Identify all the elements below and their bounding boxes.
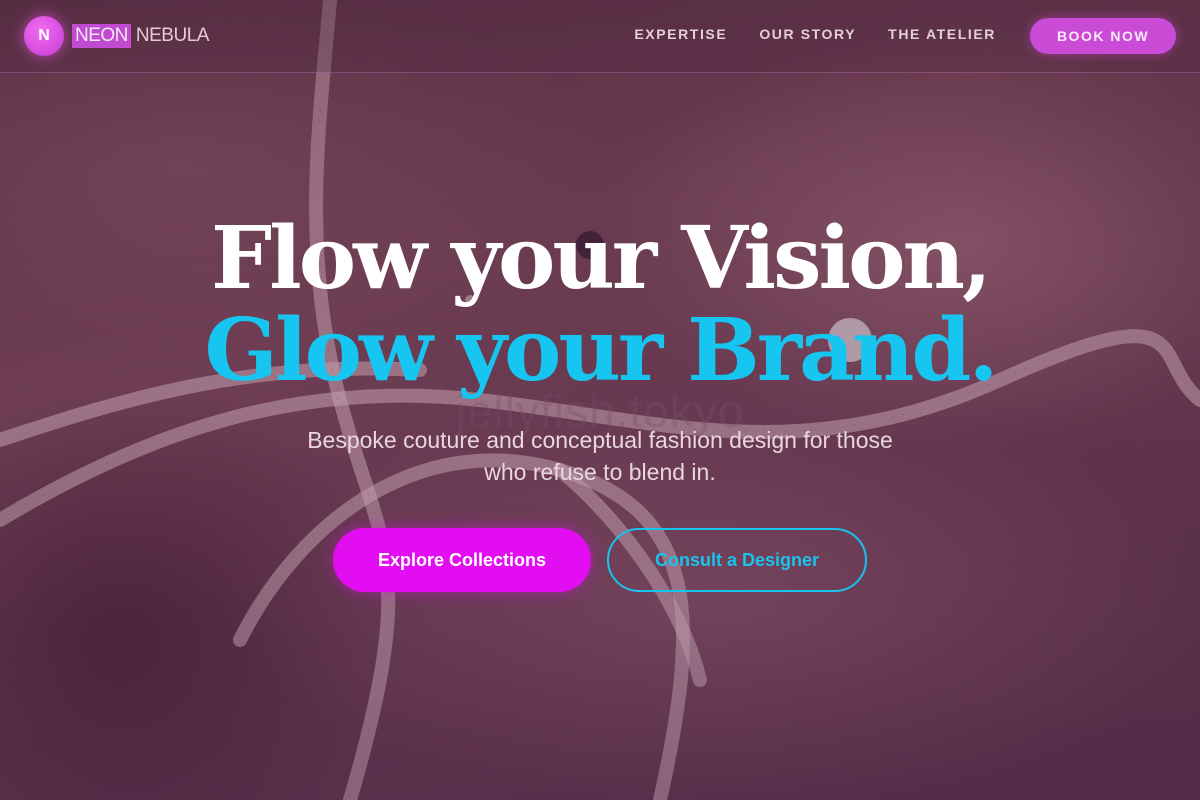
hero-subtitle: Bespoke couture and conceptual fashion d… [307,427,893,485]
brand-logo[interactable]: NEON NEBULA [72,24,209,48]
nav-links: EXPERTISE OUR STORY THE ATELIER [634,26,996,42]
nav-link-the-atelier[interactable]: THE ATELIER [888,26,996,42]
nav-link-expertise[interactable]: EXPERTISE [634,26,727,42]
nav-link-our-story[interactable]: OUR STORY [759,26,856,42]
explore-collections-button[interactable]: Explore Collections [333,528,591,592]
top-navigation: N NEON NEBULA EXPERTISE OUR STORY THE AT… [0,0,1200,73]
headline-line-2: Glow your Brand. [204,300,999,401]
brand-name-highlight: NEON [72,24,131,48]
brand-name-rest: NEBULA [135,25,210,46]
headline-line-1: Flow your Vision, [211,208,992,309]
consult-designer-button[interactable]: Consult a Designer [607,528,867,592]
book-now-button[interactable]: BOOK NOW [1030,18,1176,54]
logo-mark-icon[interactable]: N [24,16,64,56]
